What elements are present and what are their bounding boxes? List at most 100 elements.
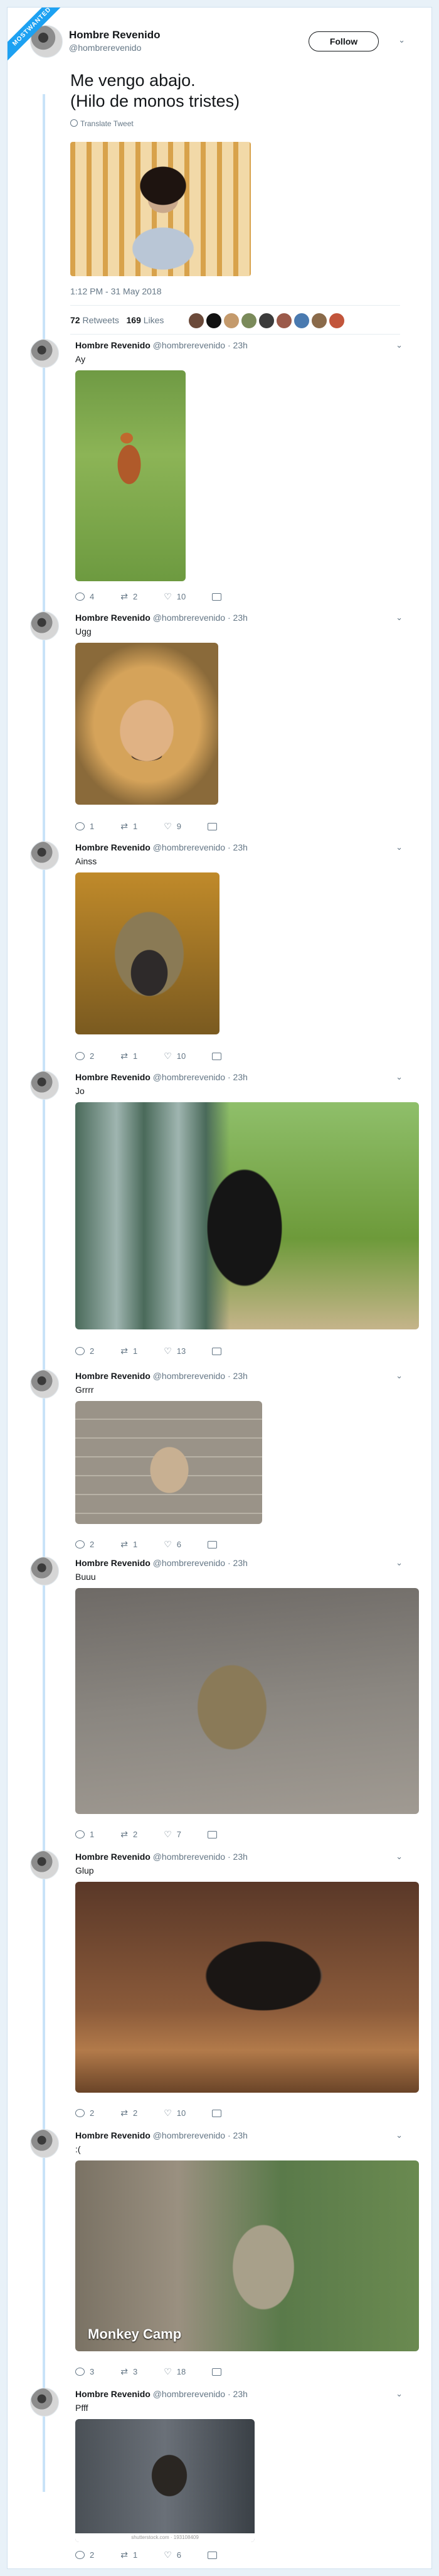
reply-tweet[interactable]: Hombre Revenido @hombrerevenido · 23h ⌄ … — [30, 611, 419, 837]
dm-button[interactable] — [208, 2550, 217, 2560]
avatar[interactable] — [30, 1370, 59, 1398]
retweet-button[interactable]: ⇄ 2 — [120, 2108, 137, 2118]
chevron-down-icon[interactable]: ⌄ — [398, 35, 405, 45]
author-handle[interactable]: @hombrerevenido — [153, 613, 225, 623]
reply-button[interactable]: 1 — [75, 1829, 94, 1840]
reply-time[interactable]: 23h — [233, 1852, 248, 1862]
avatar[interactable] — [329, 313, 345, 329]
reply-button[interactable]: 2 — [75, 1051, 94, 1061]
dm-button[interactable] — [212, 1346, 222, 1356]
reply-button[interactable]: 2 — [75, 2550, 94, 2560]
like-button[interactable]: ♡ 7 — [164, 1829, 181, 1840]
avatar[interactable] — [258, 313, 275, 329]
chevron-down-icon[interactable]: ⌄ — [396, 613, 403, 623]
author-name[interactable]: Hombre Revenido — [75, 613, 151, 623]
retweet-button[interactable]: ⇄ 1 — [120, 821, 137, 832]
follow-button[interactable]: Follow — [309, 31, 379, 51]
tweet-image[interactable] — [75, 370, 186, 581]
avatar[interactable] — [223, 313, 240, 329]
like-button[interactable]: ♡ 6 — [164, 2550, 181, 2560]
avatar[interactable] — [30, 2388, 59, 2417]
reply-tweet[interactable]: Hombre Revenido @hombrerevenido · 23h ⌄ … — [30, 841, 419, 1067]
dm-button[interactable] — [208, 821, 217, 832]
like-button[interactable]: ♡ 10 — [164, 1051, 186, 1061]
retweet-button[interactable]: ⇄ 2 — [120, 591, 137, 602]
reply-tweet[interactable]: Hombre Revenido @hombrerevenido · 23h ⌄ … — [30, 1850, 419, 2124]
author-name[interactable]: Hombre Revenido — [75, 1852, 151, 1862]
retweet-button[interactable]: ⇄ 1 — [120, 1539, 137, 1550]
reply-tweet[interactable]: Hombre Revenido @hombrerevenido · 23h ⌄ … — [30, 339, 419, 609]
author-handle[interactable]: @hombrerevenido — [153, 2389, 225, 2399]
tweet-image[interactable] — [75, 643, 218, 805]
avatar[interactable] — [30, 611, 59, 640]
dm-button[interactable] — [212, 2366, 222, 2377]
avatar[interactable] — [30, 1071, 59, 1100]
chevron-down-icon[interactable]: ⌄ — [396, 2130, 403, 2140]
author-name[interactable]: Hombre Revenido — [75, 340, 151, 350]
reply-button[interactable]: 2 — [75, 1346, 94, 1356]
avatar[interactable] — [30, 339, 59, 368]
dm-button[interactable] — [212, 2108, 222, 2118]
retweet-button[interactable]: ⇄ 2 — [120, 1829, 137, 1840]
translate-link[interactable]: Translate Tweet — [70, 119, 134, 128]
author-name[interactable]: Hombre Revenido — [75, 1371, 151, 1381]
author-handle[interactable]: @hombrerevenido — [153, 2130, 225, 2140]
author-handle[interactable]: @hombrerevenido — [153, 1072, 225, 1082]
avatar[interactable] — [206, 313, 222, 329]
tweet-timestamp[interactable]: 1:12 PM - 31 May 2018 — [70, 286, 162, 296]
author-name[interactable]: Hombre Revenido — [75, 2130, 151, 2140]
author-name[interactable]: Hombre Revenido — [69, 29, 160, 41]
like-button[interactable]: ♡ 18 — [164, 2366, 186, 2377]
chevron-down-icon[interactable]: ⌄ — [396, 340, 403, 350]
reply-button[interactable]: 2 — [75, 2108, 94, 2118]
chevron-down-icon[interactable]: ⌄ — [396, 1558, 403, 1568]
tweet-image[interactable] — [75, 1401, 262, 1524]
reply-button[interactable]: 1 — [75, 821, 94, 832]
avatar[interactable] — [30, 1850, 59, 1879]
tweet-image[interactable] — [75, 1102, 419, 1329]
reply-time[interactable]: 23h — [233, 1072, 248, 1082]
tweet-image[interactable]: shutterstock.com · 193108409 — [75, 2419, 255, 2542]
tweet-image[interactable]: Monkey Camp — [75, 2160, 419, 2351]
avatar[interactable] — [311, 313, 327, 329]
like-button[interactable]: ♡ 9 — [164, 821, 181, 832]
avatar[interactable] — [188, 313, 204, 329]
avatar[interactable] — [241, 313, 257, 329]
reply-time[interactable]: 23h — [233, 1371, 248, 1381]
chevron-down-icon[interactable]: ⌄ — [396, 1072, 403, 1082]
chevron-down-icon[interactable]: ⌄ — [396, 1371, 403, 1381]
author-name[interactable]: Hombre Revenido — [75, 1072, 151, 1082]
tweet-image[interactable] — [70, 142, 251, 276]
retweet-button[interactable]: ⇄ 3 — [120, 2366, 137, 2377]
reply-time[interactable]: 23h — [233, 1558, 248, 1568]
author-handle[interactable]: @hombrerevenido — [153, 842, 225, 852]
reply-tweet[interactable]: Hombre Revenido @hombrerevenido · 23h ⌄ … — [30, 1370, 419, 1552]
author-handle[interactable]: @hombrerevenido — [153, 1558, 225, 1568]
reply-time[interactable]: 23h — [233, 842, 248, 852]
like-button[interactable]: ♡ 10 — [164, 591, 186, 602]
reply-button[interactable]: 4 — [75, 591, 94, 602]
author-name[interactable]: Hombre Revenido — [75, 842, 151, 852]
reply-tweet[interactable]: Hombre Revenido @hombrerevenido · 23h ⌄ … — [30, 1557, 419, 1845]
retweet-count[interactable]: 72 — [70, 315, 80, 325]
retweet-button[interactable]: ⇄ 1 — [120, 1346, 137, 1356]
dm-button[interactable] — [212, 591, 222, 602]
like-count[interactable]: 169 — [127, 315, 141, 325]
chevron-down-icon[interactable]: ⌄ — [396, 1852, 403, 1862]
tweet-image[interactable] — [75, 872, 220, 1034]
reply-time[interactable]: 23h — [233, 2130, 248, 2140]
reply-tweet[interactable]: Hombre Revenido @hombrerevenido · 23h ⌄ … — [30, 2388, 419, 2563]
likes-label[interactable]: Likes — [144, 315, 164, 325]
dm-button[interactable] — [208, 1829, 217, 1840]
avatar[interactable] — [30, 1557, 59, 1586]
reply-button[interactable]: 2 — [75, 1539, 94, 1550]
chevron-down-icon[interactable]: ⌄ — [396, 2389, 403, 2399]
reply-button[interactable]: 3 — [75, 2366, 94, 2377]
avatar[interactable] — [276, 313, 292, 329]
avatar[interactable] — [294, 313, 310, 329]
chevron-down-icon[interactable]: ⌄ — [396, 842, 403, 852]
author-name[interactable]: Hombre Revenido — [75, 2389, 151, 2399]
retweet-button[interactable]: ⇄ 1 — [120, 1051, 137, 1061]
retweets-label[interactable]: Retweets — [82, 315, 119, 325]
reply-time[interactable]: 23h — [233, 2389, 248, 2399]
